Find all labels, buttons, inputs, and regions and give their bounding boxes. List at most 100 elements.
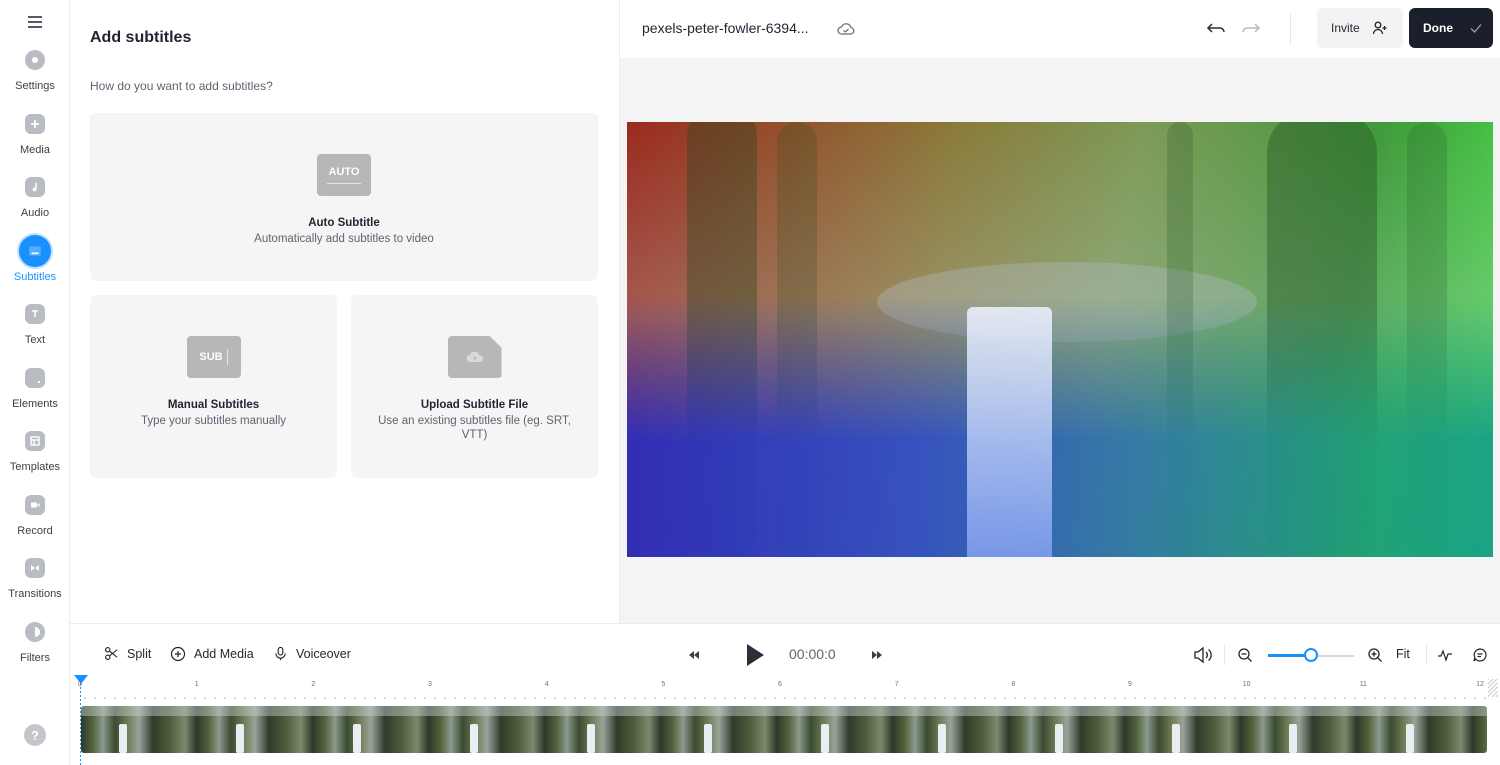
timeline[interactable]: 0123456789101112	[70, 675, 1500, 765]
timeline-tick: 9	[1128, 681, 1132, 688]
auto-badge-icon: AUTO	[317, 154, 371, 196]
option-description: Type your subtitles manually	[140, 415, 287, 427]
sidebar-item-media[interactable]: Media	[0, 114, 70, 170]
clip-thumbnail-waterfall	[1055, 724, 1063, 753]
subtitles-panel: Add subtitles How do you want to add sub…	[70, 0, 620, 623]
panel-title: Add subtitles	[90, 29, 192, 46]
header: pexels-peter-fowler-6394... Invite Done	[620, 0, 1500, 58]
auto-subtitle-option[interactable]: AUTO Auto Subtitle Automatically add sub…	[90, 113, 598, 281]
option-title: Manual Subtitles	[167, 399, 260, 411]
add-media-button[interactable]: Add Media	[170, 646, 254, 662]
sidebar-item-settings[interactable]: Settings	[0, 50, 70, 106]
templates-icon	[25, 431, 45, 451]
playback-toolbar: Split Add Media Voiceover 00:00:0 Fit	[70, 623, 1500, 679]
panel-question: How do you want to add subtitles?	[90, 79, 273, 93]
timeline-tick: 6	[778, 681, 782, 688]
music-note-icon	[25, 177, 45, 197]
timeline-resize-handle[interactable]	[1488, 679, 1498, 697]
timeline-tick: 12	[1476, 681, 1484, 688]
timeline-tick: 7	[894, 681, 899, 688]
scissors-icon	[105, 647, 118, 660]
sidebar-item-templates[interactable]: Templates	[0, 431, 70, 487]
sidebar-item-label: Record	[17, 525, 53, 537]
timeline-tick: 11	[1359, 681, 1367, 688]
add-circle-icon	[170, 646, 186, 662]
split-button[interactable]: Split	[104, 646, 151, 661]
cloud-saved-icon	[837, 23, 855, 35]
rewind-icon[interactable]	[688, 650, 700, 660]
done-button[interactable]: Done	[1409, 8, 1493, 48]
timeline-tick: 4	[544, 681, 549, 688]
sidebar-item-label: Audio	[20, 207, 50, 219]
gear-icon	[25, 50, 45, 70]
clip-thumbnail-waterfall	[1172, 724, 1180, 753]
timeline-tick: 2	[311, 681, 316, 688]
filters-icon	[25, 622, 45, 642]
redo-icon[interactable]	[1240, 17, 1262, 39]
video-clip-track[interactable]	[81, 706, 1487, 753]
timeline-tick: 3	[428, 681, 432, 688]
sidebar-item-label: Media	[20, 144, 50, 156]
invite-button[interactable]: Invite	[1317, 8, 1403, 48]
manual-subtitles-option[interactable]: SUB Manual Subtitles Type your subtitles…	[90, 295, 337, 478]
divider	[1290, 14, 1291, 44]
zoom-in-icon[interactable]	[1367, 647, 1383, 663]
sidebar-item-text[interactable]: Text	[0, 304, 70, 360]
microphone-icon	[275, 646, 286, 661]
timeline-tick: 8	[1011, 681, 1016, 688]
timeline-tick: 5	[661, 681, 666, 688]
sidebar-item-elements[interactable]: Elements	[0, 368, 70, 424]
sidebar-item-record[interactable]: Record	[0, 495, 70, 551]
fast-forward-icon[interactable]	[871, 650, 883, 660]
clip-thumbnail-waterfall	[353, 724, 361, 753]
captions-icon[interactable]	[1472, 647, 1488, 663]
playback-time: 00:00:0	[789, 646, 836, 662]
zoom-out-icon[interactable]	[1237, 647, 1253, 663]
menu-icon[interactable]	[28, 16, 42, 30]
checkmark-icon	[1470, 24, 1482, 33]
option-description: Use an existing subtitles file (eg. SRT,…	[378, 415, 571, 441]
play-icon[interactable]	[745, 643, 765, 667]
playhead-handle[interactable]	[74, 675, 88, 684]
divider	[1224, 645, 1225, 665]
upload-subtitle-file-option[interactable]: Upload Subtitle File Use an existing sub…	[351, 295, 598, 478]
text-icon	[25, 304, 45, 324]
clip-thumbnail-waterfall	[938, 724, 946, 753]
timeline-tick: 1	[194, 681, 199, 688]
sidebar-item-label: Subtitles	[13, 271, 57, 283]
transitions-icon	[25, 558, 45, 578]
timeline-ruler	[80, 693, 1486, 699]
subtitles-icon	[19, 235, 51, 267]
option-title: Auto Subtitle	[308, 217, 380, 229]
sidebar-item-audio[interactable]: Audio	[0, 177, 70, 233]
sidebar-item-label: Templates	[9, 461, 61, 473]
voiceover-button[interactable]: Voiceover	[273, 646, 351, 661]
sidebar-item-label: Text	[24, 334, 46, 346]
add-user-icon	[1372, 21, 1387, 35]
volume-icon[interactable]	[1193, 646, 1213, 664]
sub-badge-icon: SUB	[186, 336, 241, 378]
clip-thumbnail-waterfall	[1406, 724, 1414, 753]
clip-thumbnail-waterfall	[470, 724, 478, 753]
sidebar-item-transitions[interactable]: Transitions	[0, 558, 70, 614]
waveform-icon[interactable]	[1437, 647, 1453, 663]
sidebar-item-subtitles[interactable]: Subtitles	[0, 235, 70, 297]
clip-thumbnail-waterfall	[821, 724, 829, 753]
help-icon[interactable]: ?	[24, 724, 46, 746]
preview-stage	[620, 58, 1500, 623]
plus-icon	[25, 114, 45, 134]
sidebar-item-label: Filters	[20, 652, 50, 664]
option-title: Upload Subtitle File	[420, 399, 529, 411]
record-icon	[25, 495, 45, 515]
clip-thumbnail-waterfall	[587, 724, 595, 753]
sidebar-item-label: Settings	[15, 80, 55, 92]
elements-icon	[25, 368, 45, 388]
upload-cloud-icon	[447, 336, 502, 378]
zoom-slider-thumb[interactable]	[1304, 648, 1318, 662]
clip-thumbnail-waterfall	[236, 724, 244, 753]
project-filename[interactable]: pexels-peter-fowler-6394...	[642, 20, 809, 36]
undo-icon[interactable]	[1205, 17, 1227, 39]
video-preview[interactable]	[627, 122, 1493, 557]
fit-button[interactable]: Fit	[1396, 647, 1410, 661]
sidebar-item-filters[interactable]: Filters	[0, 622, 70, 678]
